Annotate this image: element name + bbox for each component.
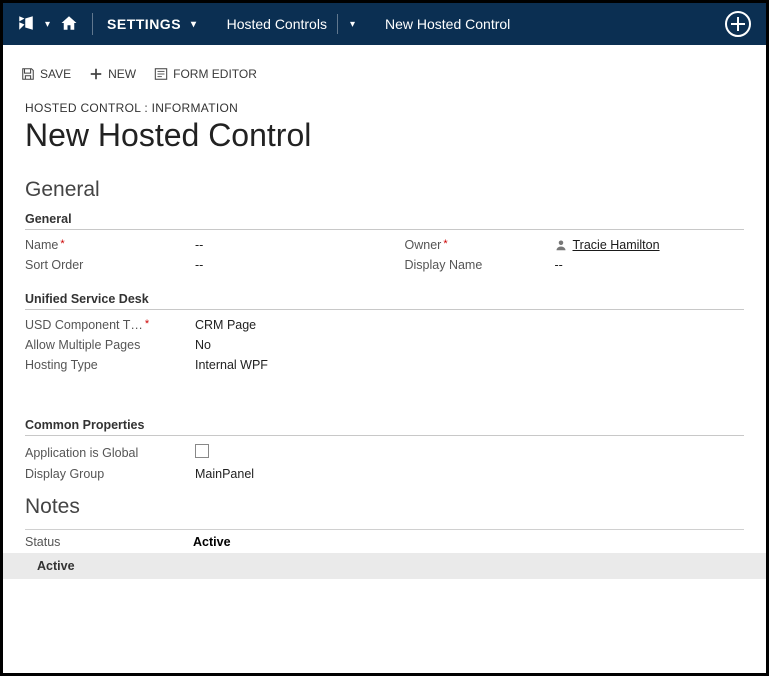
plus-icon bbox=[89, 67, 103, 81]
field-sort-order[interactable]: Sort Order -- bbox=[25, 258, 365, 272]
owner-link[interactable]: Tracie Hamilton bbox=[573, 238, 660, 252]
field-usd-component-type[interactable]: USD Component T… CRM Page bbox=[25, 318, 744, 332]
record-type-info: HOSTED CONTROL : INFORMATION bbox=[25, 101, 744, 115]
display-group-label: Display Group bbox=[25, 467, 195, 481]
subsection-usd: Unified Service Desk bbox=[25, 292, 744, 310]
display-name-value: -- bbox=[555, 258, 745, 272]
field-allow-multiple-pages[interactable]: Allow Multiple Pages No bbox=[25, 338, 744, 352]
display-group-value: MainPanel bbox=[195, 467, 744, 481]
sort-order-value: -- bbox=[195, 258, 365, 272]
app-global-label: Application is Global bbox=[25, 446, 195, 460]
form-editor-label: FORM EDITOR bbox=[173, 67, 257, 81]
usd-component-value: CRM Page bbox=[195, 318, 744, 332]
status-value: Active bbox=[193, 535, 231, 549]
field-hosting-type[interactable]: Hosting Type Internal WPF bbox=[25, 358, 744, 372]
name-value: -- bbox=[195, 238, 365, 252]
display-name-label: Display Name bbox=[405, 258, 555, 272]
crumb1-chevron-icon[interactable]: ▾ bbox=[350, 19, 355, 30]
logo-dropdown-chevron-icon[interactable]: ▾ bbox=[45, 19, 50, 30]
allow-multi-label: Allow Multiple Pages bbox=[25, 338, 195, 352]
section-notes: Notes bbox=[25, 495, 744, 519]
person-icon bbox=[555, 239, 567, 251]
add-new-icon[interactable] bbox=[724, 10, 752, 38]
form-editor-icon bbox=[154, 67, 168, 81]
crumb1-label: Hosted Controls bbox=[227, 16, 327, 32]
page-title: New Hosted Control bbox=[25, 117, 744, 154]
app-global-checkbox[interactable] bbox=[195, 444, 209, 458]
top-nav: ▾ SETTINGS ▾ Hosted Controls ▾ New Hoste… bbox=[3, 3, 766, 45]
subsection-general: General bbox=[25, 212, 744, 230]
field-display-name[interactable]: Display Name -- bbox=[405, 258, 745, 272]
dynamics-logo-icon[interactable] bbox=[17, 14, 35, 35]
command-bar: SAVE NEW FORM EDITOR bbox=[3, 45, 766, 91]
field-name[interactable]: Name -- bbox=[25, 238, 365, 252]
usd-component-label: USD Component T… bbox=[25, 318, 195, 332]
status-row: Status Active bbox=[25, 529, 744, 553]
allow-multi-value: No bbox=[195, 338, 744, 352]
status-label: Status bbox=[25, 535, 193, 549]
nav-divider bbox=[92, 13, 93, 35]
hosting-type-label: Hosting Type bbox=[25, 358, 195, 372]
section-general: General bbox=[25, 178, 744, 202]
field-display-group[interactable]: Display Group MainPanel bbox=[25, 467, 744, 481]
hosting-type-value: Internal WPF bbox=[195, 358, 744, 372]
save-button[interactable]: SAVE bbox=[21, 67, 71, 81]
home-icon[interactable] bbox=[60, 14, 78, 35]
field-owner[interactable]: Owner Tracie Hamilton bbox=[405, 238, 745, 252]
subsection-common-properties: Common Properties bbox=[25, 418, 744, 436]
crumb2-label: New Hosted Control bbox=[385, 16, 510, 32]
form-editor-button[interactable]: FORM EDITOR bbox=[154, 67, 257, 81]
save-label: SAVE bbox=[40, 67, 71, 81]
nav-crumb-new-hosted-control[interactable]: New Hosted Control bbox=[385, 16, 510, 32]
owner-label: Owner bbox=[405, 238, 555, 252]
field-application-is-global[interactable]: Application is Global bbox=[25, 444, 744, 461]
crumb-sep bbox=[337, 14, 338, 34]
new-label: NEW bbox=[108, 67, 136, 81]
nav-settings[interactable]: SETTINGS ▾ bbox=[107, 16, 201, 32]
sort-order-label: Sort Order bbox=[25, 258, 195, 272]
settings-chevron-icon: ▾ bbox=[191, 19, 197, 30]
name-label: Name bbox=[25, 238, 195, 252]
status-sub-value[interactable]: Active bbox=[3, 553, 766, 579]
new-button[interactable]: NEW bbox=[89, 67, 136, 81]
nav-crumb-hosted-controls[interactable]: Hosted Controls ▾ bbox=[227, 14, 359, 34]
save-icon bbox=[21, 67, 35, 81]
nav-settings-label: SETTINGS bbox=[107, 16, 181, 32]
